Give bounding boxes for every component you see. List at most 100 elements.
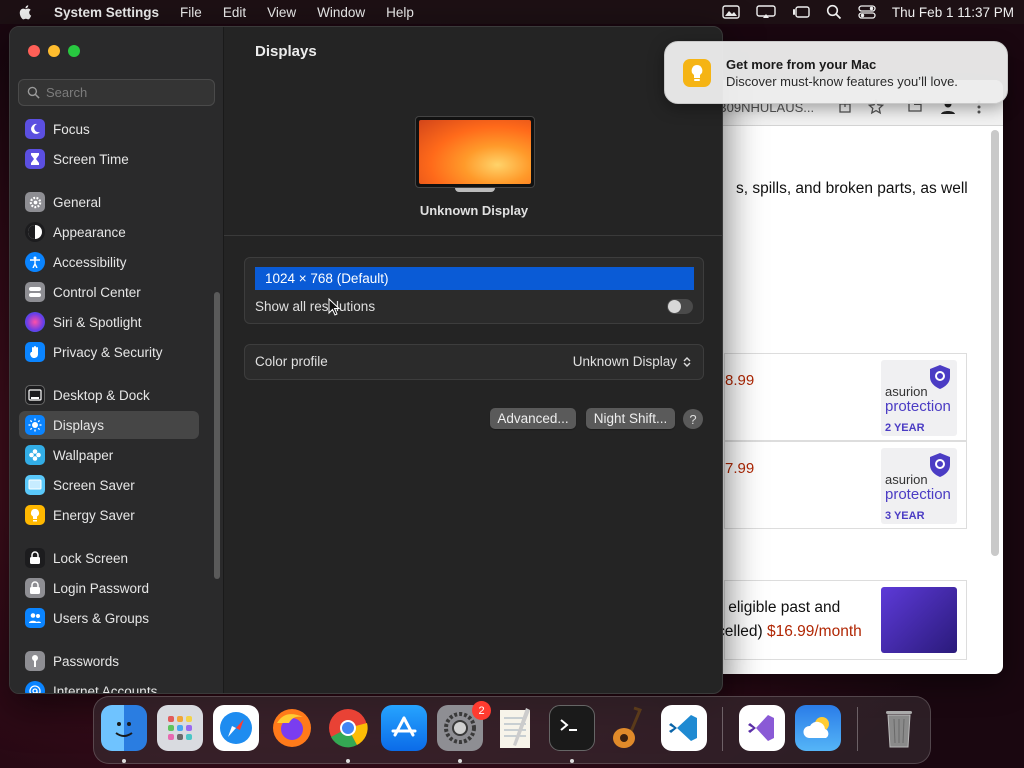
sidebar-item-internet-accounts[interactable]: Internet Accounts <box>19 677 199 693</box>
sidebar-item-lock-screen[interactable]: Lock Screen <box>19 544 199 572</box>
garageband-icon[interactable] <box>605 705 651 751</box>
sidebar-item-general[interactable]: General <box>19 188 199 216</box>
sidebar-item-appearance[interactable]: Appearance <box>19 218 199 246</box>
sidebar-item-control-center[interactable]: Control Center <box>19 278 199 306</box>
sidebar-item-label: Control Center <box>53 284 141 300</box>
menu-window[interactable]: Window <box>317 5 365 20</box>
vscode-icon[interactable] <box>661 705 707 751</box>
advanced-button[interactable]: Advanced... <box>490 408 576 429</box>
protection-plan-option[interactable]: 8.99 asurion protection 2 YEAR <box>724 353 967 441</box>
product-description: s, spills, and broken parts, as well <box>736 180 968 197</box>
sidebar-item-accessibility[interactable]: Accessibility <box>19 248 199 276</box>
sidebar-item-label: Wallpaper <box>53 447 114 463</box>
show-all-resolutions-toggle[interactable] <box>667 299 693 314</box>
protection-plan-option[interactable]: 7.99 asurion protection 3 YEAR <box>724 441 967 529</box>
system-settings-window: Focus Screen Time General Appearance Acc… <box>9 26 723 694</box>
color-profile-select[interactable]: Unknown Display <box>573 354 691 369</box>
stage-manager-icon[interactable] <box>792 5 810 19</box>
visual-studio-icon[interactable] <box>739 705 785 751</box>
weather-icon[interactable] <box>795 705 841 751</box>
sidebar-item-displays[interactable]: Displays <box>19 411 199 439</box>
promo-line-2-prefix: celled) <box>717 623 767 640</box>
sidebar-item-privacy-security[interactable]: Privacy & Security <box>19 338 199 366</box>
users-icon <box>25 608 45 628</box>
display-thumbnail[interactable] <box>415 116 535 188</box>
at-icon <box>25 681 45 693</box>
terminal-icon[interactable] <box>549 705 595 751</box>
tips-bulb-icon <box>683 59 711 87</box>
sidebar-item-screen-time[interactable]: Screen Time <box>19 145 199 173</box>
resolution-option-selected[interactable]: 1024 × 768 (Default) <box>255 267 694 290</box>
screen-mirroring-icon[interactable] <box>756 5 776 19</box>
plan-price: 8.99 <box>725 372 755 389</box>
menu-app-name[interactable]: System Settings <box>54 5 159 20</box>
photo-booth-status-icon[interactable] <box>722 5 740 19</box>
sidebar-item-desktop-dock[interactable]: Desktop & Dock <box>19 381 199 409</box>
logo-line-2: protection <box>885 398 951 415</box>
menu-view[interactable]: View <box>267 5 296 20</box>
menu-bar-clock[interactable]: Thu Feb 1 11:37 PM <box>892 5 1014 20</box>
dock-separator <box>857 707 858 751</box>
help-button[interactable]: ? <box>683 409 703 429</box>
control-center-icon[interactable] <box>858 5 876 19</box>
chrome-icon[interactable] <box>325 705 371 751</box>
help-button-label: ? <box>689 411 697 427</box>
menu-edit[interactable]: Edit <box>223 5 246 20</box>
menu-file[interactable]: File <box>180 5 202 20</box>
gear-icon <box>25 192 45 212</box>
browser-window[interactable]: B09NHULAUS... s, spills, and broken part… <box>680 80 1003 674</box>
sidebar-item-label: Siri & Spotlight <box>53 314 142 330</box>
sidebar-item-focus[interactable]: Focus <box>19 115 199 143</box>
browser-scrollbar[interactable] <box>991 130 999 556</box>
zoom-button[interactable] <box>68 45 80 57</box>
dock-separator <box>722 707 723 751</box>
menu-bar: System Settings File Edit View Window He… <box>0 0 1024 24</box>
apple-menu-icon[interactable] <box>18 4 34 20</box>
dock-icon <box>25 385 45 405</box>
sidebar-item-login-password[interactable]: Login Password <box>19 574 199 602</box>
close-button[interactable] <box>28 45 40 57</box>
color-profile-value: Unknown Display <box>572 354 677 369</box>
plan-term: 3 YEAR <box>885 510 925 522</box>
sidebar-scrollbar[interactable] <box>214 292 220 579</box>
safari-icon[interactable] <box>213 705 259 751</box>
sidebar-item-wallpaper[interactable]: Wallpaper <box>19 441 199 469</box>
firefox-icon[interactable] <box>269 705 315 751</box>
resolution-panel: 1024 × 768 (Default) Show all resolution… <box>244 257 704 324</box>
app-store-icon[interactable] <box>381 705 427 751</box>
search-input[interactable] <box>46 85 206 100</box>
night-shift-button-label: Night Shift... <box>593 411 668 426</box>
sidebar-search[interactable] <box>18 79 215 106</box>
sidebar-item-passwords[interactable]: Passwords <box>19 647 199 675</box>
logo-line-2: protection <box>885 486 951 503</box>
complete-protection-option[interactable]: ll eligible past and celled) $16.99/mont… <box>717 580 967 660</box>
sidebar-item-energy-saver[interactable]: Energy Saver <box>19 501 199 529</box>
night-shift-button[interactable]: Night Shift... <box>586 408 675 429</box>
sidebar-item-label: Energy Saver <box>53 507 135 523</box>
notification-badge: 2 <box>472 701 491 720</box>
sidebar-item-label: Desktop & Dock <box>53 387 150 403</box>
launchpad-icon[interactable] <box>157 705 203 751</box>
plan-price: 7.99 <box>725 460 755 477</box>
lock-icon <box>25 548 45 568</box>
trash-icon[interactable] <box>876 705 922 751</box>
display-stand <box>455 188 495 192</box>
notification-banner[interactable]: Get more from your Mac Discover must-kno… <box>664 41 1008 104</box>
flower-icon <box>25 445 45 465</box>
dock <box>93 696 931 764</box>
finder-icon[interactable] <box>101 705 147 751</box>
hourglass-icon <box>25 149 45 169</box>
menu-help[interactable]: Help <box>386 5 414 20</box>
key-icon <box>25 651 45 671</box>
asurion-logo: asurion protection 2 YEAR <box>881 360 957 436</box>
search-icon <box>27 86 40 99</box>
textedit-icon[interactable] <box>493 705 539 751</box>
sidebar-item-screen-saver[interactable]: Screen Saver <box>19 471 199 499</box>
sidebar-item-users-groups[interactable]: Users & Groups <box>19 604 199 632</box>
sidebar-item-label: Focus <box>53 121 90 137</box>
spotlight-search-icon[interactable] <box>826 4 842 20</box>
sidebar-item-label: Displays <box>53 417 105 433</box>
minimize-button[interactable] <box>48 45 60 57</box>
notification-body: Discover must-know features you’ll love. <box>726 74 958 89</box>
sidebar-item-siri-spotlight[interactable]: Siri & Spotlight <box>19 308 199 336</box>
